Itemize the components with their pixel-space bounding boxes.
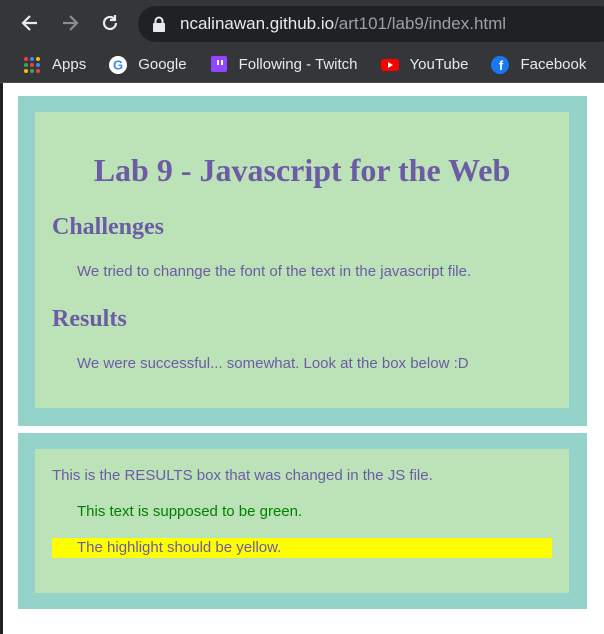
challenges-text: We tried to channge the font of the text… xyxy=(77,263,472,280)
results-box-text: This is the RESULTS box that was changed… xyxy=(52,467,433,484)
bookmark-label: Apps xyxy=(52,56,87,73)
page-viewport: Lab 9 - Javascript for the Web Challenge… xyxy=(0,83,604,634)
facebook-icon: f xyxy=(490,55,510,75)
results-text: We were successful... somewhat. Look at … xyxy=(77,355,469,372)
back-button[interactable] xyxy=(16,9,44,37)
challenges-heading: Challenges xyxy=(52,214,165,240)
bookmark-youtube[interactable]: YouTube xyxy=(372,51,477,79)
url-host: ncalinawan.github.io xyxy=(180,14,335,33)
bookmark-facebook[interactable]: f Facebook xyxy=(482,51,594,79)
highlight-text: The highlight should be yellow. xyxy=(77,539,282,556)
svg-text:G: G xyxy=(113,57,123,72)
apps-grid-icon xyxy=(22,55,42,75)
url-text: ncalinawan.github.io/art101/lab9/index.h… xyxy=(180,14,506,34)
intro-box: Lab 9 - Javascript for the Web Challenge… xyxy=(18,96,587,426)
url-path: /art101/lab9/index.html xyxy=(334,14,507,33)
google-icon: G xyxy=(108,55,128,75)
bookmark-overflow[interactable] xyxy=(600,51,604,79)
arrow-left-icon xyxy=(21,15,37,31)
forward-button[interactable] xyxy=(56,9,84,37)
reload-icon xyxy=(102,15,118,31)
address-bar[interactable]: ncalinawan.github.io/art101/lab9/index.h… xyxy=(138,6,604,42)
bookmark-label: Facebook xyxy=(520,56,587,73)
lock-icon xyxy=(153,16,165,32)
arrow-right-icon xyxy=(63,15,79,31)
bookmark-label: Following - Twitch xyxy=(238,56,358,73)
results-box-inner: This is the RESULTS box that was changed… xyxy=(35,449,569,593)
page-title: Lab 9 - Javascript for the Web xyxy=(93,152,511,188)
green-text: This text is supposed to be green. xyxy=(77,503,303,520)
reload-button[interactable] xyxy=(96,9,124,37)
bookmarks-bar: Apps G Google Following - Twitch YouTube… xyxy=(0,47,604,83)
intro-box-inner: Lab 9 - Javascript for the Web Challenge… xyxy=(35,112,569,408)
results-heading: Results xyxy=(52,306,127,332)
bookmark-twitch[interactable]: Following - Twitch xyxy=(201,51,366,79)
yellow-highlight: The highlight should be yellow. xyxy=(52,538,552,558)
youtube-icon xyxy=(380,55,400,75)
bookmark-label: YouTube xyxy=(409,56,469,73)
results-box: This is the RESULTS box that was changed… xyxy=(18,433,587,609)
twitch-icon xyxy=(209,55,229,75)
svg-text:f: f xyxy=(499,58,504,73)
bookmark-apps[interactable]: Apps xyxy=(14,51,94,79)
bookmark-google[interactable]: G Google xyxy=(100,51,194,79)
bookmark-label: Google xyxy=(138,56,187,73)
browser-toolbar: ncalinawan.github.io/art101/lab9/index.h… xyxy=(0,0,604,47)
